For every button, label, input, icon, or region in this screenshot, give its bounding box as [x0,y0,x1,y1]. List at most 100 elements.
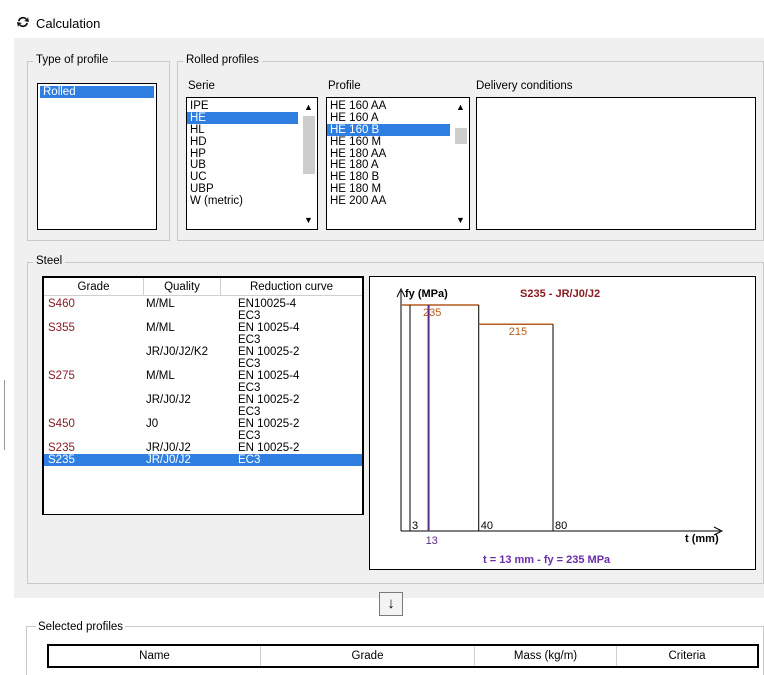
table-row[interactable]: S275 M/ML EN 10025-4 EC3 [44,370,362,394]
data-label: 215 [509,326,527,338]
serie-item[interactable]: HP [187,148,298,160]
serie-item[interactable]: HL [187,124,298,136]
reduction-curve-cell: EC3 [238,382,261,394]
profile-item[interactable]: HE 180 B [327,171,450,183]
quality-cell: JR/J0/J2 [146,394,191,406]
serie-item[interactable]: UC [187,171,298,183]
add-to-selection-button[interactable]: ↓ [379,592,403,616]
profile-item[interactable]: HE 180 AA [327,148,450,160]
table-row[interactable]: S235 JR/J0/J2 EC3 [44,454,362,466]
column-header-quality[interactable]: Quality [144,278,221,296]
quality-cell: JR/J0/J2 [146,442,191,454]
grade-cell: S355 [48,322,75,334]
reduction-curve-cell: EN 10025-2 [238,394,300,406]
profile-label: Profile [328,80,361,92]
data-label: 235 [423,307,441,319]
reduction-curve-cell: EC3 [238,310,261,322]
column-header-reduction-curve[interactable]: Reduction curve [221,278,362,296]
result-text: t = 13 mm - fy = 235 MPa [483,554,611,566]
serie-list[interactable]: IPE HE HL HD HP UB UC UBP W (metric) ▲ ▼ [186,97,318,230]
selected-profiles-label: Selected profiles [36,621,126,633]
profile-item[interactable]: HE 180 A [327,159,450,172]
x-tick-label: 40 [481,520,493,532]
reduction-curve-cell: EC3 [238,454,261,466]
arrow-down-icon: ↓ [387,595,395,612]
type-of-profile-label: Type of profile [33,54,112,67]
quality-cell: M/ML [146,298,175,310]
table-row[interactable]: S235 JR/J0/J2 EN 10025-2 [44,442,362,454]
x-axis-label: t (mm) [685,533,719,545]
profile-item[interactable]: HE 200 AA [327,195,450,207]
steel-table[interactable]: Grade Quality Reduction curve S460 M/ML EN… [42,276,364,515]
serie-scrollbar[interactable]: ▲ ▼ [300,98,317,229]
reduction-curve-cell: EN 10025-4 [238,370,300,382]
profile-item[interactable]: HE 160 M [327,136,450,148]
scroll-up-icon[interactable]: ▲ [452,100,469,114]
reduction-curve-cell: EC3 [238,358,261,370]
profile-list[interactable]: HE 160 AA HE 160 A HE 160 B HE 160 M HE 180 … [326,97,470,230]
table-row[interactable]: JR/J0/J2 EN 10025-2 EC3 [44,394,362,418]
quality-cell: JR/J0/J2/K2 [146,346,208,358]
title-bar [0,0,764,40]
grade-cell: S275 [48,370,75,382]
reduction-curve-cell: EN 10025-2 [238,346,300,358]
delivery-conditions-list[interactable] [476,97,756,230]
serie-item[interactable]: IPE [187,100,298,112]
quality-cell: J0 [146,418,159,430]
x-tick-label: 80 [555,520,567,532]
scroll-thumb[interactable] [455,128,467,144]
delivery-conditions-label: Delivery conditions [476,80,573,92]
reduction-curve-cell: EC3 [238,334,261,346]
column-header-mass[interactable]: Mass (kg/m) [475,646,617,666]
quality-cell: JR/J0/J2 [146,454,191,466]
divider [4,380,5,450]
grade-cell: S235 [48,454,75,466]
serie-item[interactable]: HE [187,111,298,124]
type-of-profile-list[interactable]: Rolled [37,83,157,230]
grade-cell: S235 [48,442,75,454]
profile-scrollbar[interactable]: ▲ ▼ [452,98,469,229]
yield-strength-chart: 235 215 13 3 40 80 fy (MPa) t (mm) S235 - JR/J0/… [369,276,756,570]
chart-title: S235 - JR/J0/J2 [520,288,600,300]
profile-item[interactable]: HE 160 A [327,112,450,124]
serie-item[interactable]: UB [187,159,298,172]
profile-type-item[interactable]: Rolled [40,86,154,98]
refresh-icon [17,16,29,28]
profile-item[interactable]: HE 180 M [327,183,450,195]
column-header-name[interactable]: Name [49,646,261,666]
window-title: Calculation [36,16,101,31]
left-margin [0,38,14,675]
steel-label: Steel [33,255,66,268]
reduction-curve-cell: EC3 [238,430,261,442]
serie-item[interactable]: HD [187,136,298,148]
scroll-thumb[interactable] [303,116,315,174]
scroll-down-icon[interactable]: ▼ [300,213,317,227]
table-row[interactable]: JR/J0/J2/K2 EN 10025-2 EC3 [44,346,362,370]
marker-label: 13 [426,535,438,547]
serie-item[interactable]: UBP [187,183,298,195]
grade-cell: S460 [48,298,75,310]
table-row[interactable]: S355 M/ML EN 10025-4 EC3 [44,322,362,346]
reduction-curve-cell: EN 10025-2 [238,442,300,454]
table-row[interactable]: S460 M/ML EN10025-4 EC3 [44,298,362,322]
reduction-curve-cell: EC3 [238,406,261,418]
y-axis-label: fy (MPa) [405,288,448,300]
scroll-down-icon[interactable]: ▼ [452,213,469,227]
quality-cell: M/ML [146,322,175,334]
serie-label: Serie [188,80,215,92]
selected-profiles-table[interactable]: Name Grade Mass (kg/m) Criteria [47,644,759,668]
reduction-curve-cell: EN 10025-2 [238,418,300,430]
rolled-profiles-label: Rolled profiles [183,54,262,67]
quality-cell: M/ML [146,370,175,382]
column-header-grade[interactable]: Grade [44,278,144,296]
profile-item[interactable]: HE 160 B [327,123,450,136]
chart-canvas: 235 215 13 3 40 80 fy (MPa) t (mm) S235 - JR/J0/… [396,287,724,566]
table-row[interactable]: S450 J0 EN 10025-2 EC3 [44,418,362,442]
profile-item[interactable]: HE 160 AA [327,100,450,112]
grade-cell: S450 [48,418,75,430]
reduction-curve-cell: EN 10025-4 [238,322,300,334]
column-header-criteria[interactable]: Criteria [617,646,757,666]
serie-item[interactable]: W (metric) [187,195,298,207]
scroll-up-icon[interactable]: ▲ [300,100,317,114]
column-header-grade[interactable]: Grade [261,646,475,666]
